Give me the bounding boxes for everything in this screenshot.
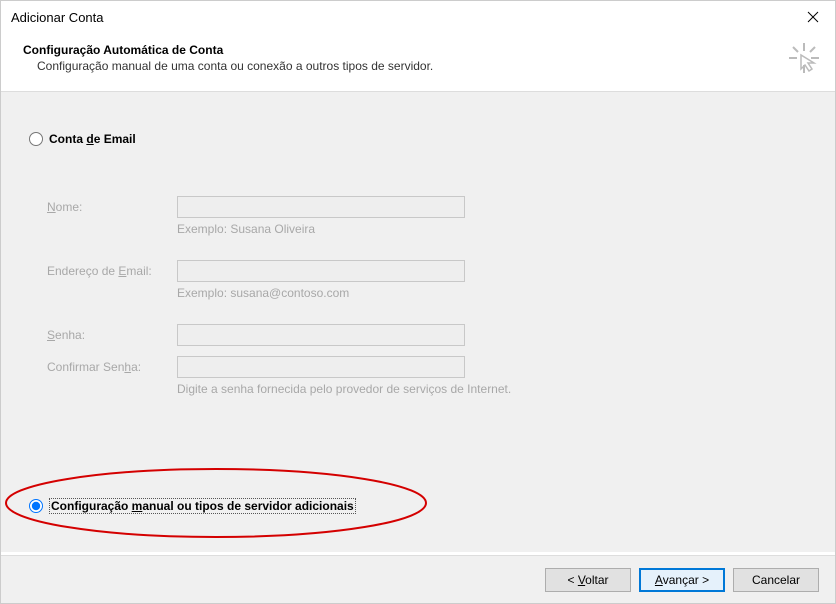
manual-config-label: Configuração manual ou tipos de servidor…	[49, 498, 356, 514]
body-section: Conta de Email Nome: Exemplo: Susana Oli…	[1, 92, 835, 552]
email-input	[177, 260, 465, 282]
email-account-option[interactable]: Conta de Email	[29, 132, 807, 146]
email-account-radio[interactable]	[29, 132, 43, 146]
email-hint: Exemplo: susana@contoso.com	[177, 286, 807, 300]
cancel-button[interactable]: Cancelar	[733, 568, 819, 592]
cursor-sparkle-icon	[787, 41, 821, 78]
header-section: Configuração Automática de Conta Configu…	[1, 33, 835, 92]
name-input	[177, 196, 465, 218]
back-button[interactable]: < Voltar	[545, 568, 631, 592]
password-label: Senha:	[47, 328, 177, 342]
password-hint: Digite a senha fornecida pelo provedor d…	[177, 382, 807, 396]
email-account-label: Conta de Email	[49, 132, 136, 146]
add-account-window: Adicionar Conta Configuração Automática …	[0, 0, 836, 604]
password-input	[177, 324, 465, 346]
close-button[interactable]	[790, 1, 835, 33]
email-row: Endereço de Email:	[47, 260, 807, 282]
form-grid: Nome: Exemplo: Susana Oliveira Endereço …	[47, 196, 807, 396]
titlebar: Adicionar Conta	[1, 1, 835, 33]
name-label: Nome:	[47, 200, 177, 214]
name-hint: Exemplo: Susana Oliveira	[177, 222, 807, 236]
close-icon	[807, 11, 819, 23]
confirm-label: Confirmar Senha:	[47, 360, 177, 374]
name-row: Nome:	[47, 196, 807, 218]
manual-config-radio[interactable]	[29, 499, 43, 513]
password-row: Senha:	[47, 324, 807, 346]
footer: < Voltar Avançar > Cancelar	[1, 555, 835, 603]
email-label: Endereço de Email:	[47, 264, 177, 278]
manual-config-option[interactable]: Configuração manual ou tipos de servidor…	[29, 498, 356, 514]
header-subheading: Configuração manual de uma conta ou cone…	[37, 59, 815, 73]
window-title: Adicionar Conta	[11, 10, 104, 25]
next-button[interactable]: Avançar >	[639, 568, 725, 592]
confirm-row: Confirmar Senha:	[47, 356, 807, 378]
confirm-input	[177, 356, 465, 378]
header-heading: Configuração Automática de Conta	[23, 43, 815, 57]
